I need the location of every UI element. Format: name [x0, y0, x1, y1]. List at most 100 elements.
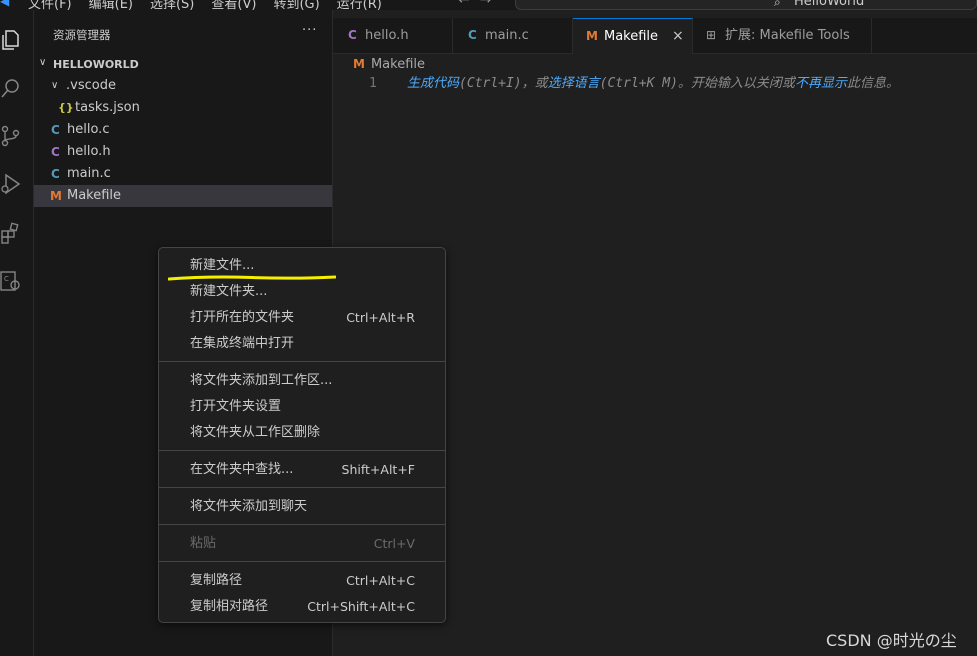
menu-item-label: 在集成终端中打开	[190, 336, 295, 351]
chevron-down-icon: ∨	[39, 57, 47, 68]
watermark: CSDN @时光の尘	[826, 631, 957, 650]
menu-item-open-in-terminal[interactable]: 在集成终端中打开	[159, 331, 445, 357]
tree-item-label: hello.h	[67, 144, 111, 159]
tab-label: Makefile	[604, 29, 659, 44]
generate-code-link[interactable]: 生成代码	[407, 76, 459, 91]
menu-separator	[159, 561, 445, 562]
menu-item-shortcut: Ctrl+Shift+Alt+C	[307, 599, 415, 614]
makefile-icon: M	[586, 29, 598, 43]
hint-text: (Ctrl+K M)。开始输入以关闭或	[599, 76, 795, 91]
activity-bar: C	[0, 10, 34, 656]
menu-item-find-in-folder[interactable]: 在文件夹中查找... Shift+Alt+F	[159, 457, 445, 483]
line-number: 1	[369, 76, 377, 91]
tree-item-vscode-folder[interactable]: ∨ .vscode	[34, 75, 332, 97]
menu-item-add-folder-to-chat[interactable]: 将文件夹添加到聊天	[159, 494, 445, 520]
source-control-icon[interactable]	[0, 124, 22, 148]
run-debug-icon[interactable]	[0, 172, 22, 196]
command-center[interactable]: ⌕ HelloWorld	[515, 0, 977, 10]
editor-tab-bar: C hello.h C main.c M Makefile × ⊞ 扩展: Ma…	[333, 18, 977, 54]
breadcrumb[interactable]: M Makefile	[353, 55, 425, 73]
menu-item-remove-folder-from-workspace[interactable]: 将文件夹从工作区删除	[159, 420, 445, 446]
menu-item-label: 在文件夹中查找...	[190, 462, 294, 477]
menu-item-label: 将文件夹添加到工作区...	[190, 373, 333, 388]
menu-item-shortcut: Ctrl+V	[373, 536, 415, 551]
menu-item-label: 复制路径	[190, 573, 243, 588]
menu-separator	[159, 487, 445, 488]
tree-item-label: tasks.json	[75, 100, 140, 115]
title-bar: ◀ 文件(F) 编辑(E) 选择(S) 查看(V) 转到(G) 运行(R) ··…	[0, 0, 977, 10]
menu-item-label: 复制相对路径	[190, 599, 269, 614]
menu-item-shortcut: Ctrl+Alt+C	[346, 573, 415, 588]
editor-line-1[interactable]: 1 生成代码(Ctrl+I)，或选择语言(Ctrl+K M)。开始输入以关闭或不…	[333, 74, 977, 94]
menu-item-new-folder[interactable]: 新建文件夹...	[159, 279, 445, 305]
search-icon[interactable]	[0, 76, 22, 100]
menu-item-label: 打开文件夹设置	[190, 399, 282, 414]
tab-extension-makefile-tools[interactable]: ⊞ 扩展: Makefile Tools	[693, 18, 872, 53]
vscode-logo-icon: ◀	[0, 0, 10, 8]
breadcrumb-file: Makefile	[370, 57, 425, 72]
menu-item-copy-relative-path[interactable]: 复制相对路径 Ctrl+Shift+Alt+C	[159, 594, 445, 620]
hint-text: 此信息。	[846, 76, 899, 91]
hint-text: (Ctrl+I)，或	[459, 76, 548, 91]
chevron-down-icon: ∨	[51, 80, 59, 91]
tree-item-tasks-json[interactable]: {} tasks.json	[34, 97, 332, 119]
header-file-icon: C	[348, 28, 357, 42]
tab-label: 扩展: Makefile Tools	[725, 28, 850, 43]
tree-item-label: hello.c	[67, 122, 110, 137]
menu-item-label: 打开所在的文件夹	[190, 310, 295, 325]
extension-icon: ⊞	[706, 28, 717, 42]
menu-go[interactable]: 转到(G)	[273, 0, 319, 10]
tab-label: main.c	[485, 28, 529, 43]
header-file-icon: C	[51, 145, 60, 159]
close-icon[interactable]: ×	[672, 19, 684, 54]
select-language-link[interactable]: 选择语言	[548, 76, 600, 91]
explorer-icon[interactable]	[0, 28, 22, 52]
menu-item-open-folder-settings[interactable]: 打开文件夹设置	[159, 394, 445, 420]
menu-separator	[159, 450, 445, 451]
menu-item-label: 将文件夹添加到聊天	[190, 499, 308, 514]
menu-selection[interactable]: 选择(S)	[150, 0, 194, 10]
menu-item-label: 将文件夹从工作区删除	[190, 425, 321, 440]
menu-item-shortcut: Ctrl+Alt+R	[346, 310, 415, 325]
workspace-folder-header[interactable]: ∨ HELLOWORLD	[34, 55, 332, 75]
menu-item-copy-path[interactable]: 复制路径 Ctrl+Alt+C	[159, 568, 445, 594]
makefile-tools-icon[interactable]: C	[0, 269, 22, 293]
menu-item-add-folder-to-workspace[interactable]: 将文件夹添加到工作区...	[159, 368, 445, 394]
menu-item-reveal-in-folder[interactable]: 打开所在的文件夹 Ctrl+Alt+R	[159, 305, 445, 331]
tree-item-label: main.c	[67, 166, 111, 181]
extensions-icon[interactable]	[0, 221, 22, 245]
menu-separator	[159, 524, 445, 525]
menu-item-label: 新建文件夹...	[190, 284, 268, 299]
menu-item-shortcut: Shift+Alt+F	[341, 462, 415, 477]
dont-show-again-link[interactable]: 不再显示	[795, 76, 847, 91]
tab-makefile[interactable]: M Makefile ×	[573, 18, 693, 54]
nav-back-forward-icon[interactable]: ←→	[458, 0, 501, 8]
tab-main-c[interactable]: C main.c	[453, 18, 573, 53]
menu-file[interactable]: 文件(F)	[28, 0, 72, 10]
tab-label: hello.h	[365, 28, 409, 43]
makefile-icon: M	[353, 57, 365, 71]
tree-item-label: .vscode	[66, 78, 116, 93]
menu-bar: 文件(F) 编辑(E) 选择(S) 查看(V) 转到(G) 运行(R) ···	[28, 0, 428, 10]
menu-more[interactable]: ···	[399, 0, 411, 10]
menu-view[interactable]: 查看(V)	[211, 0, 256, 10]
explorer-title: 资源管理器	[53, 28, 111, 42]
makefile-icon: M	[50, 189, 62, 203]
menu-separator	[159, 361, 445, 362]
menu-run[interactable]: 运行(R)	[337, 0, 382, 10]
tree-item-makefile[interactable]: M Makefile	[34, 185, 332, 207]
empty-editor-hint: 生成代码(Ctrl+I)，或选择语言(Ctrl+K M)。开始输入以关闭或不再显…	[407, 74, 899, 94]
c-file-icon: C	[51, 167, 60, 181]
menu-item-paste: 粘贴 Ctrl+V	[159, 531, 445, 557]
context-menu: 新建文件... 新建文件夹... 打开所在的文件夹 Ctrl+Alt+R 在集成…	[158, 247, 446, 623]
tab-hello-h[interactable]: C hello.h	[333, 18, 453, 53]
explorer-more-actions-icon[interactable]: ···	[302, 23, 317, 38]
c-file-icon: C	[51, 123, 60, 137]
tree-item-hello-c[interactable]: C hello.c	[34, 119, 332, 141]
workspace-folder-name: HELLOWORLD	[53, 58, 139, 71]
tree-item-main-c[interactable]: C main.c	[34, 163, 332, 185]
svg-text:C: C	[4, 275, 9, 283]
command-center-title: HelloWorld	[794, 0, 865, 9]
tree-item-hello-h[interactable]: C hello.h	[34, 141, 332, 163]
menu-edit[interactable]: 编辑(E)	[89, 0, 133, 10]
